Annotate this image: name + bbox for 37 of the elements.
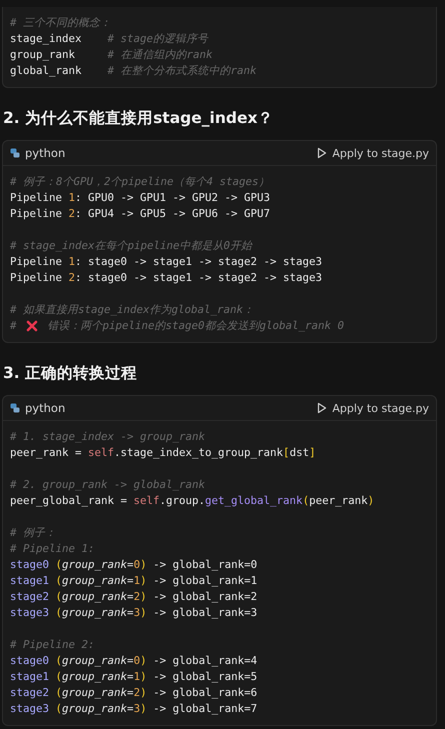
- code-line: Pipeline 1: GPU0 -> GPU1 -> GPU2 -> GPU3: [10, 190, 270, 206]
- code-comment: #: [10, 318, 18, 334]
- apply-button[interactable]: Apply to stage.py: [332, 146, 429, 160]
- code-line: Pipeline 2: GPU4 -> GPU5 -> GPU6 -> GPU7: [10, 206, 270, 222]
- code-line: # 如果直接用stage_index作为global_rank：: [10, 302, 254, 318]
- code-line: # Pipeline 1:: [10, 541, 95, 557]
- section-heading: 3. 正确的转换过程: [3, 363, 138, 384]
- code-comment: 错误：两个pipeline的stage0都会发送到global_rank 0: [46, 318, 344, 334]
- code-line: stage3 (group_rank=3) -> global_rank=7: [10, 701, 258, 717]
- code-line: peer_global_rank = self.group.get_global_rank(peer_rank): [10, 493, 374, 509]
- play-icon[interactable]: [317, 147, 328, 159]
- code-line: # 例子：: [10, 525, 56, 541]
- code-line: # 2. group_rank -> global_rank: [10, 477, 206, 493]
- play-icon[interactable]: [317, 402, 328, 414]
- code-line: # stage_index在每个pipeline中都是从0开始: [10, 238, 252, 254]
- code-line: stage1 (group_rank=1) -> global_rank=1: [10, 573, 258, 589]
- language-label: python: [25, 401, 66, 415]
- code-line: stage2 (group_rank=2) -> global_rank=2: [10, 589, 258, 605]
- code-line: stage3 (group_rank=3) -> global_rank=3: [10, 605, 258, 621]
- code-line: peer_rank = self.stage_index_to_group_rank[dst]: [10, 445, 316, 461]
- section-heading: 2. 为什么不能直接用stage_index？: [3, 108, 274, 129]
- code-line: stage0 (group_rank=0) -> global_rank=0: [10, 557, 258, 573]
- code-line: Pipeline 2: stage0 -> stage1 -> stage2 -> stage3: [10, 270, 322, 286]
- code-line: global_rank # 在整个分布式系统中的rank: [10, 63, 257, 79]
- code-line: Pipeline 1: stage0 -> stage1 -> stage2 -> stage3: [10, 254, 322, 270]
- code-line: stage1 (group_rank=1) -> global_rank=5: [10, 669, 258, 685]
- code-line: # 例子：8个GPU，2个pipeline（每个4 stages）: [10, 174, 270, 190]
- code-line: stage0 (group_rank=0) -> global_rank=4: [10, 653, 258, 669]
- language-label: python: [25, 146, 66, 160]
- code-line: # 1. stage_index -> group_rank: [10, 429, 206, 445]
- code-line: stage_index # stage的逻辑序号: [10, 31, 208, 47]
- code-line: # 三个不同的概念：: [10, 15, 112, 31]
- code-line: group_rank # 在通信组内的rank: [10, 47, 213, 63]
- code-line: # Pipeline 2:: [10, 637, 95, 653]
- code-line: stage2 (group_rank=2) -> global_rank=6: [10, 685, 258, 701]
- apply-button[interactable]: Apply to stage.py: [332, 402, 429, 414]
- cross-icon: [26, 320, 38, 332]
